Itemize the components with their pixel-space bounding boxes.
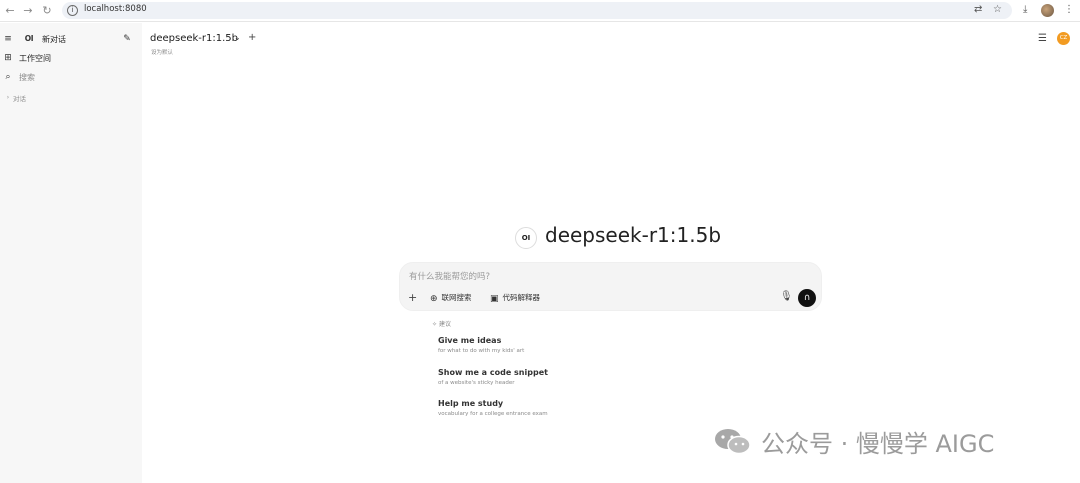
sidebar-top-row: ≡ OI 新对话 ✎	[0, 31, 142, 49]
suggestion-item[interactable]: Give me ideas for what to do with my kid…	[438, 336, 524, 354]
hero-model-logo: OI	[515, 227, 537, 249]
chat-input[interactable]	[409, 270, 769, 284]
suggestion-subtitle: vocabulary for a college entrance exam	[438, 411, 548, 417]
terminal-icon: ▣	[490, 294, 499, 304]
set-default-link[interactable]: 设为默认	[151, 48, 173, 56]
suggestion-subtitle: of a website's sticky header	[438, 380, 515, 386]
globe-icon: ⊕	[430, 294, 438, 304]
address-bar[interactable]: i localhost:8080 ⇄ ☆	[62, 2, 1012, 19]
suggestion-title: Give me ideas	[438, 336, 502, 345]
suggestion-title: Show me a code snippet	[438, 368, 548, 377]
controls-icon[interactable]: ☰	[1038, 33, 1047, 44]
model-selector[interactable]: deepseek-r1:1.5b	[150, 33, 238, 44]
search-icon: ⌕	[5, 72, 11, 82]
web-search-label: 联网搜索	[441, 293, 472, 302]
voice-mode-button[interactable]: ∩	[798, 289, 816, 307]
suggestion-item[interactable]: Show me a code snippet of a website's st…	[438, 368, 548, 386]
hero-model-title: deepseek-r1:1.5b	[545, 223, 722, 247]
grid-icon: ⊞	[4, 53, 12, 63]
web-search-button[interactable]: ⊕ 联网搜索	[430, 292, 472, 304]
chats-label: 对话	[13, 95, 26, 103]
bookmark-star-icon[interactable]: ☆	[993, 4, 1002, 15]
profile-avatar[interactable]	[1041, 4, 1054, 17]
reload-icon[interactable]: ↻	[40, 4, 54, 18]
site-info-icon[interactable]: i	[67, 5, 78, 16]
suggestion-title: Help me study	[438, 399, 504, 408]
sidebar-item-workspace[interactable]: ⊞ 工作空间	[0, 50, 142, 68]
watermark-text: 公众号 · 慢慢学 AIGC	[761, 430, 995, 458]
forward-icon[interactable]: →	[21, 4, 35, 18]
chevron-down-icon[interactable]: ⌄	[234, 33, 241, 42]
chat-input-box: + ⊕联网搜索 ▣代码解释器 🎙 ∩	[399, 262, 822, 311]
new-chat-edit-icon[interactable]: ✎	[121, 33, 133, 45]
sidebar: ≡ OI 新对话 ✎ ⊞ 工作空间 ⌕ 搜索 › 对话	[0, 23, 142, 483]
new-chat-label[interactable]: 新对话	[42, 34, 66, 45]
download-icon[interactable]: ⤓	[1023, 4, 1027, 15]
sidebar-chats-section[interactable]: › 对话	[0, 90, 142, 108]
browser-toolbar: ← → ↻ i localhost:8080 ⇄ ☆ ⤓ ⋮	[0, 0, 1080, 22]
sidebar-search[interactable]: ⌕ 搜索	[0, 69, 142, 87]
code-interpreter-label: 代码解释器	[502, 293, 541, 302]
suggestions-heading: ✧ 建议	[432, 321, 451, 328]
suggestions-heading-label: 建议	[438, 321, 451, 328]
sidebar-toggle-icon[interactable]: ≡	[2, 33, 14, 45]
code-interpreter-button[interactable]: ▣ 代码解释器	[490, 292, 540, 304]
main-area: deepseek-r1:1.5b ⌄ + 设为默认 ☰ CZ OI deepse…	[142, 23, 1080, 483]
translate-icon[interactable]: ⇄	[974, 4, 982, 15]
url-text[interactable]: localhost:8080	[84, 4, 147, 14]
user-avatar[interactable]: CZ	[1057, 32, 1070, 45]
more-menu-icon[interactable]: ⋮	[1064, 4, 1074, 15]
back-icon[interactable]: ←	[3, 4, 17, 18]
search-label: 搜索	[19, 73, 35, 82]
logo-icon: OI	[24, 34, 34, 43]
suggestion-item[interactable]: Help me study vocabulary for a college e…	[438, 399, 548, 417]
add-model-button[interactable]: +	[248, 32, 256, 43]
suggestion-subtitle: for what to do with my kids' art	[438, 348, 525, 354]
wechat-icon	[715, 429, 751, 455]
microphone-icon[interactable]: 🎙	[780, 291, 793, 302]
workspace-label: 工作空间	[19, 54, 51, 63]
attach-plus-button[interactable]: +	[408, 291, 417, 304]
